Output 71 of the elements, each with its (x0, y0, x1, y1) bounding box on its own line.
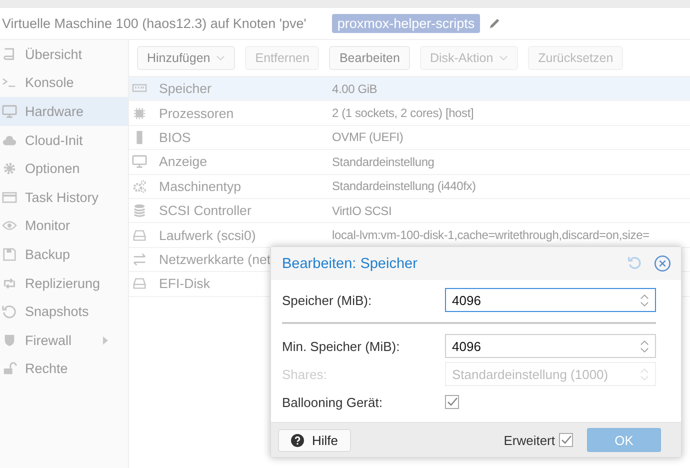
shield-icon (2, 332, 17, 348)
field-label: Min. Speicher (MiB): (282, 338, 401, 354)
help-button[interactable]: Hilfe (278, 428, 351, 452)
exchange-icon (132, 252, 147, 267)
expand-arrow-icon[interactable] (103, 336, 108, 345)
sidebar-item[interactable]: Konsole (0, 68, 128, 98)
table-cell: Laufwerk (scsi0) (159, 228, 256, 243)
settings-icon (2, 161, 17, 176)
arrows-cycle-icon (2, 276, 17, 291)
sidebar-item[interactable]: Firewall (0, 326, 128, 355)
table-cell: local-lvm:vm-100-disk-1,cache=writethrough,discard=on,size= (332, 228, 650, 242)
sidebar-item[interactable]: Replizierung (0, 268, 128, 298)
book-icon (2, 46, 17, 62)
table-cell: SCSI Controller (159, 203, 252, 218)
help-icon (290, 434, 304, 446)
table-cell: 4.00 GiB (332, 82, 378, 96)
table-row[interactable]: Speicher 4.00 GiB (129, 77, 690, 102)
table-cell: Speicher (159, 81, 212, 96)
sidebar-item[interactable]: Optionen (0, 154, 128, 183)
number-field[interactable]: 4096 (445, 334, 656, 358)
number-field[interactable]: 4096 (445, 288, 656, 312)
table-row[interactable]: SCSI Controller VirtIO SCSI (129, 198, 690, 224)
close-icon[interactable] (654, 255, 671, 272)
checkbox[interactable] (445, 395, 459, 409)
cpu-icon (132, 106, 147, 121)
table-row[interactable]: BIOS OVMF (UEFI) (129, 126, 690, 150)
reset-icon[interactable] (627, 256, 642, 271)
spinner-icon[interactable] (640, 338, 649, 354)
table-cell: Maschinentyp (159, 178, 242, 194)
checkbox[interactable] (559, 433, 573, 447)
table-cell: VirtIO SCSI (332, 204, 392, 218)
sidebar-item[interactable]: Backup (0, 240, 128, 269)
toolbar-button[interactable]: Bearbeiten (329, 46, 410, 70)
sidebar-item[interactable]: Task History (0, 182, 128, 212)
unlock-icon (2, 361, 17, 376)
caret-icon (216, 55, 226, 61)
table-cell: 2 (1 sockets, 2 cores) [host] (332, 106, 474, 120)
hard-drive-icon (132, 276, 147, 292)
window-title: Virtuelle Maschine 100 (haos12.3) auf Knoten 'pve' (2, 16, 306, 31)
table-cell: Anzeige (159, 154, 208, 170)
sidebar-item[interactable]: Snapshots (0, 297, 128, 326)
table-cell: EFI-Disk (159, 276, 210, 292)
monitor-icon (132, 154, 147, 170)
monitor-icon (2, 104, 17, 119)
table-cell: BIOS (159, 130, 191, 145)
table-cell: Prozessoren (159, 106, 234, 121)
table-cell: Standardeinstellung (332, 154, 434, 169)
pencil-icon[interactable] (488, 17, 501, 30)
field-label: Speicher (MiB): (282, 292, 373, 308)
hard-drive-icon (132, 228, 147, 243)
sidebar-item[interactable]: Monitor (0, 212, 128, 240)
table-cell: Standardeinstellung (i440fx) (332, 179, 476, 194)
sidebar-item[interactable]: Übersicht (0, 40, 128, 69)
table-row[interactable]: Anzeige Standardeinstellung (129, 150, 690, 175)
checkbox-label: Erweitert (504, 432, 555, 448)
spinner-icon[interactable] (640, 292, 649, 308)
table-cell: Netzwerkkarte (net (159, 252, 271, 267)
sidebar-item[interactable]: Cloud-Init (0, 126, 128, 154)
history-icon (2, 304, 17, 320)
tag[interactable]: proxmox-helper-scripts (332, 14, 480, 33)
table-cell: OVMF (UEFI) (332, 130, 404, 144)
caret-icon (499, 55, 508, 61)
table-row[interactable]: Maschinentyp Standardeinstellung (i440fx) (129, 174, 690, 199)
sidebar-item[interactable]: Hardware (0, 97, 128, 126)
database-icon (132, 203, 147, 218)
table-row[interactable]: Prozessoren 2 (1 sockets, 2 cores) [host] (129, 101, 690, 126)
toolbar-button[interactable]: Hinzufügen (137, 46, 236, 70)
field-label: Ballooning Gerät: (282, 394, 384, 410)
sidebar-item[interactable]: Rechte (0, 354, 128, 384)
window-icon (2, 190, 17, 205)
dialog-title: Bearbeiten: Speicher (282, 256, 418, 272)
